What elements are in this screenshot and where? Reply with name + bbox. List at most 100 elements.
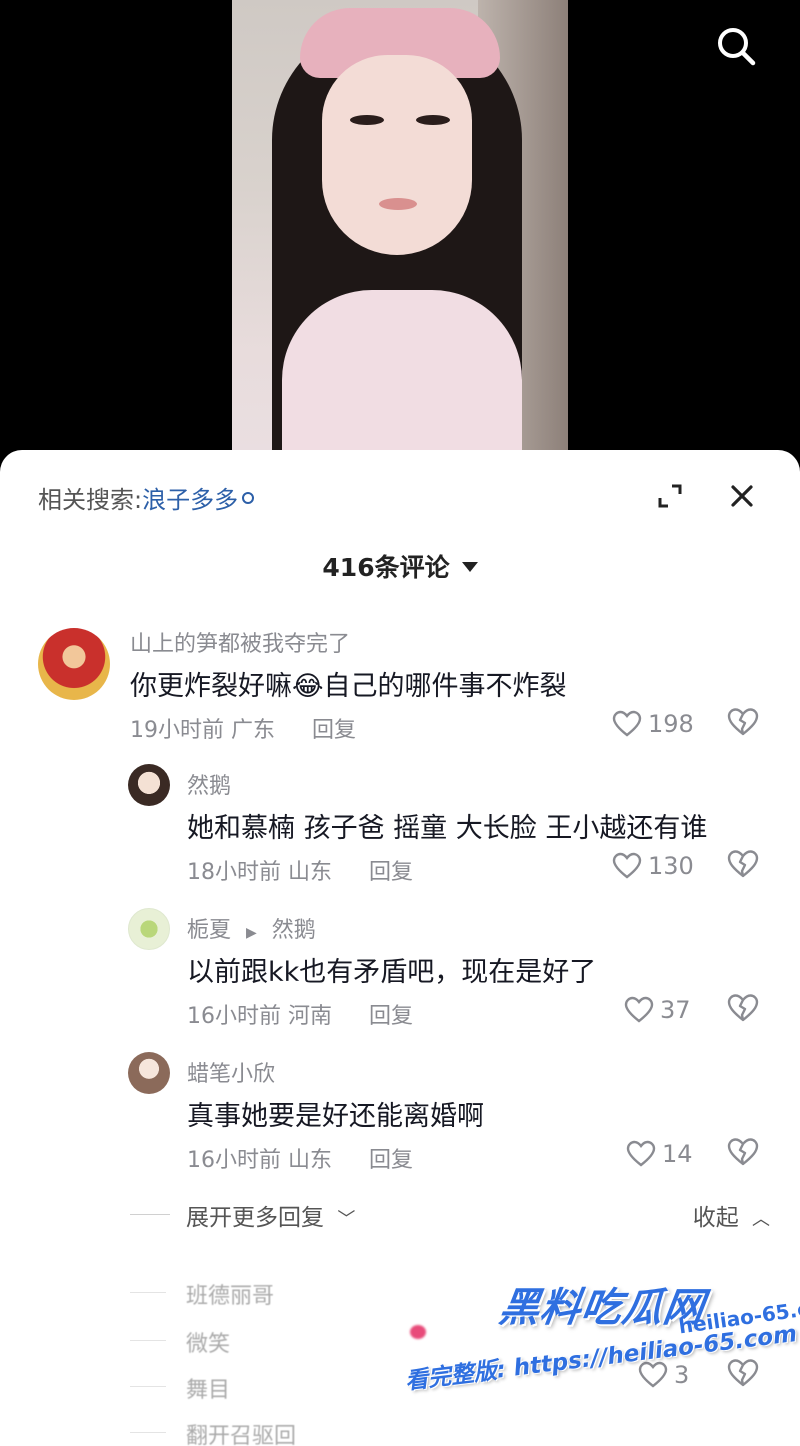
comment-time: 16小时前	[187, 1148, 281, 1173]
heart-icon	[626, 1140, 656, 1167]
reply-arrow-icon: ▶	[246, 925, 257, 941]
comment-username[interactable]: 山上的笋都被我夺完了	[130, 626, 350, 658]
video-person-right-eye	[416, 115, 450, 125]
video-frame[interactable]	[232, 0, 568, 470]
collapse-label: 收起	[692, 1205, 739, 1231]
faded-list-item[interactable]: 翻开召驱回	[130, 1418, 430, 1446]
close-icon	[731, 485, 753, 507]
avatar[interactable]	[38, 628, 110, 700]
comment-username[interactable]: 蜡笔小欣	[187, 1056, 275, 1088]
chevron-up-icon: ︿	[752, 1209, 770, 1230]
divider	[130, 1340, 166, 1341]
comment-item: 山上的笋都被我夺完了 你更炸裂好嘛😂自己的哪件事不炸裂 19小时前 广东 回复 …	[0, 620, 800, 750]
avatar[interactable]	[128, 1052, 170, 1094]
reply-item: 蜡笔小欣 真事她要是好还能离婚啊 16小时前 山东 回复 14	[0, 1048, 800, 1178]
watermark-title: 黑料吃瓜网	[496, 1285, 708, 1331]
comment-location: 河南	[288, 1004, 333, 1029]
comment-location: 广东	[231, 718, 276, 743]
comment-text: 真事她要是好还能离婚啊	[187, 1101, 484, 1132]
reply-item: 然鹅 她和慕楠 孩子爸 摇童 大长脸 王小越还有谁 18小时前 山东 回复 13…	[0, 760, 800, 890]
comment-username[interactable]: 栀夏	[187, 918, 231, 943]
faded-list-item[interactable]: 班德丽哥	[130, 1278, 430, 1309]
like-button[interactable]: 14	[626, 1137, 693, 1171]
faded-item-text: 微笑	[186, 1332, 231, 1357]
collapse-button[interactable]: 收起 ︿	[693, 1198, 770, 1232]
comment-time: 19小时前	[130, 718, 224, 743]
comment-meta: 16小时前 山东 回复	[187, 1142, 413, 1174]
video-person-body	[282, 290, 522, 470]
comment-meta: 16小时前 河南 回复	[187, 998, 413, 1030]
divider	[130, 1214, 170, 1215]
related-search-label: 相关搜索:	[38, 486, 143, 514]
chevron-down-icon	[461, 562, 478, 572]
comment-text: 她和慕楠 孩子爸 摇童 大长脸 王小越还有谁	[187, 813, 708, 844]
video-area[interactable]	[0, 0, 800, 470]
reply-button[interactable]: 回复	[312, 718, 356, 743]
thread-controls: 展开更多回复 ﹀ 收起 ︿	[130, 1198, 770, 1232]
like-count: 3	[674, 1361, 690, 1389]
search-mini-icon	[242, 492, 255, 504]
avatar[interactable]	[128, 908, 170, 950]
like-count: 37	[660, 996, 691, 1024]
comment-meta: 19小时前 广东 回复	[130, 712, 356, 744]
dislike-button[interactable]	[726, 993, 760, 1027]
faded-list-item[interactable]: 舞目	[130, 1372, 430, 1403]
faded-item-text: 翻开召驱回	[186, 1424, 297, 1446]
heart-icon	[612, 710, 642, 737]
comment-text: 你更炸裂好嘛😂自己的哪件事不炸裂	[130, 671, 567, 702]
faded-item-text: 班德丽哥	[186, 1284, 275, 1309]
heart-icon	[612, 852, 642, 879]
comment-username-line: 栀夏 ▶ 然鹅	[187, 912, 316, 944]
dislike-button[interactable]	[726, 1358, 760, 1392]
video-person-mouth	[379, 198, 417, 210]
reply-button[interactable]: 回复	[369, 1148, 413, 1173]
expand-more-label: 展开更多回复	[186, 1205, 324, 1231]
faded-list-item[interactable]: 微笑	[130, 1326, 430, 1357]
expand-more-replies-button[interactable]: 展开更多回复 ﹀	[186, 1198, 355, 1232]
comment-text: 以前跟kk也有矛盾吧，现在是好了	[187, 957, 597, 988]
dislike-button[interactable]	[726, 1137, 760, 1171]
comment-location: 山东	[288, 860, 333, 885]
like-count: 130	[648, 852, 694, 880]
comment-time: 18小时前	[187, 860, 281, 885]
blurred-emoji	[410, 1325, 426, 1339]
related-search-keyword[interactable]: 浪子多多	[142, 486, 238, 514]
comment-count[interactable]: 416条评论	[0, 548, 800, 584]
broken-heart-icon	[727, 1359, 759, 1387]
divider	[130, 1292, 166, 1293]
related-search: 相关搜索:浪子多多	[38, 480, 255, 515]
divider	[130, 1386, 166, 1387]
reply-to-username[interactable]: 然鹅	[272, 918, 316, 943]
video-person-face	[322, 55, 472, 255]
heart-icon	[624, 996, 654, 1023]
search-icon	[718, 28, 756, 66]
like-button[interactable]: 130	[612, 849, 694, 883]
video-person-left-eye	[350, 115, 384, 125]
broken-heart-icon	[727, 994, 759, 1022]
reply-button[interactable]: 回复	[369, 1004, 413, 1029]
broken-heart-icon	[727, 708, 759, 736]
broken-heart-icon	[727, 850, 759, 878]
divider	[130, 1432, 166, 1433]
expand-button[interactable]	[652, 478, 688, 514]
reply-item: 栀夏 ▶ 然鹅 以前跟kk也有矛盾吧，现在是好了 16小时前 河南 回复 37	[0, 904, 800, 1034]
avatar[interactable]	[128, 764, 170, 806]
reply-button[interactable]: 回复	[369, 860, 413, 885]
comment-count-label: 416条评论	[322, 553, 450, 582]
faded-item-text: 舞目	[186, 1378, 231, 1403]
close-button[interactable]	[724, 478, 760, 514]
expand-icon	[658, 484, 682, 508]
like-count: 198	[648, 710, 694, 738]
search-button[interactable]	[712, 22, 760, 70]
comment-time: 16小时前	[187, 1004, 281, 1029]
chevron-down-icon: ﹀	[337, 1209, 356, 1230]
like-count: 14	[662, 1140, 693, 1168]
comments-panel: 相关搜索:浪子多多 416条评论 山上的笋都被我夺完了 你更炸裂好嘛😂自己的哪件…	[0, 450, 800, 1446]
comment-meta: 18小时前 山东 回复	[187, 854, 413, 886]
broken-heart-icon	[727, 1138, 759, 1166]
dislike-button[interactable]	[726, 849, 760, 883]
comment-username[interactable]: 然鹅	[187, 768, 231, 800]
like-button[interactable]: 37	[624, 993, 691, 1027]
dislike-button[interactable]	[726, 707, 760, 741]
like-button[interactable]: 198	[612, 707, 694, 741]
